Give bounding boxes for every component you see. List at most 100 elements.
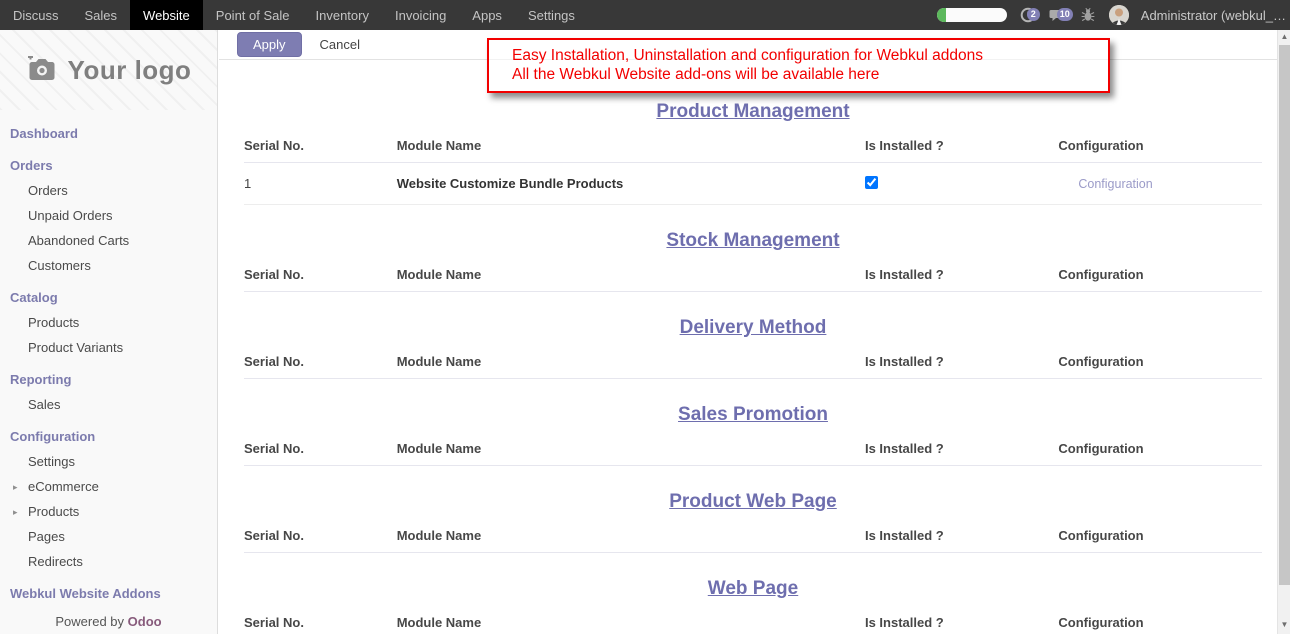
section-sales-promotion: Sales PromotionSerial No.Module NameIs I… <box>244 403 1262 466</box>
top-navbar: DiscussSalesWebsitePoint of SaleInventor… <box>0 0 1290 30</box>
annotation-line-1: Easy Installation, Uninstallation and co… <box>512 47 1108 66</box>
section-title-product-management[interactable]: Product Management <box>244 100 1262 123</box>
section-title-delivery-method[interactable]: Delivery Method <box>244 316 1262 339</box>
table-row: 1Website Customize Bundle Products Config… <box>244 163 1262 205</box>
column-header-is-installed: Is Installed ? <box>865 616 1058 629</box>
sidebar-header-webkul-website-addons[interactable]: Webkul Website Addons <box>0 581 217 606</box>
sidebar-item-unpaid-orders[interactable]: Unpaid Orders <box>0 203 217 228</box>
annotation-box: Easy Installation, Uninstallation and co… <box>487 38 1110 93</box>
vertical-scrollbar[interactable]: ▲ ▼ <box>1277 30 1290 634</box>
user-avatar[interactable] <box>1109 5 1129 25</box>
column-header-module-name: Module Name <box>397 355 865 368</box>
sidebar-item-products[interactable]: ▸Products <box>0 499 217 524</box>
sidebar-item-redirects[interactable]: Redirects <box>0 549 217 574</box>
section-product-web-page: Product Web PageSerial No.Module NameIs … <box>244 490 1262 553</box>
nav-item-website[interactable]: Website <box>130 0 203 30</box>
main-menu: DiscussSalesWebsitePoint of SaleInventor… <box>0 0 588 30</box>
bug-icon <box>1080 7 1096 23</box>
sidebar-header-catalog[interactable]: Catalog <box>0 285 217 310</box>
sidebar-item-ecommerce[interactable]: ▸eCommerce <box>0 474 217 499</box>
cell-is-installed <box>865 176 1058 192</box>
column-header-module-name: Module Name <box>397 268 865 281</box>
messages-badge: 10 <box>1057 8 1073 21</box>
section-stock-management: Stock ManagementSerial No.Module NameIs … <box>244 229 1262 292</box>
column-header-serial-no: Serial No. <box>244 616 397 629</box>
activities-badge: 2 <box>1027 8 1040 21</box>
sidebar-item-orders[interactable]: Orders <box>0 178 217 203</box>
column-header-is-installed: Is Installed ? <box>865 268 1058 281</box>
sidebar-menu: DashboardOrdersOrdersUnpaid OrdersAbando… <box>0 110 217 606</box>
column-header-configuration: Configuration <box>1058 616 1262 629</box>
section-title-product-web-page[interactable]: Product Web Page <box>244 490 1262 513</box>
chevron-right-icon: ▸ <box>13 480 18 495</box>
column-header-is-installed: Is Installed ? <box>865 355 1058 368</box>
powered-by: Powered by Odoo <box>0 614 217 629</box>
user-menu[interactable]: Administrator (webkul_… <box>1141 8 1286 23</box>
nav-item-point-of-sale[interactable]: Point of Sale <box>203 0 303 30</box>
trial-progress-fill <box>937 8 946 22</box>
trial-progress-bar <box>937 8 1007 22</box>
sidebar-header-orders[interactable]: Orders <box>0 153 217 178</box>
section-delivery-method: Delivery MethodSerial No.Module NameIs I… <box>244 316 1262 379</box>
activities-button[interactable]: 2 <box>1019 6 1037 24</box>
chevron-right-icon: ▸ <box>13 505 18 520</box>
sidebar-item-pages[interactable]: Pages <box>0 524 217 549</box>
table-header-row: Serial No.Module NameIs Installed ?Confi… <box>244 252 1262 292</box>
scroll-up-arrow[interactable]: ▲ <box>1278 30 1290 44</box>
section-title-stock-management[interactable]: Stock Management <box>244 229 1262 252</box>
nav-item-invoicing[interactable]: Invoicing <box>382 0 459 30</box>
systray: 2 10 <box>937 0 1290 30</box>
sidebar-item-products[interactable]: Products <box>0 310 217 335</box>
cell-serial: 1 <box>244 176 397 191</box>
sidebar-item-product-variants[interactable]: Product Variants <box>0 335 217 360</box>
table-header-row: Serial No.Module NameIs Installed ?Confi… <box>244 600 1262 634</box>
nav-item-settings[interactable]: Settings <box>515 0 588 30</box>
scroll-down-arrow[interactable]: ▼ <box>1278 618 1290 632</box>
sidebar-item-sales[interactable]: Sales <box>0 392 217 417</box>
column-header-module-name: Module Name <box>397 616 865 629</box>
messages-button[interactable]: 10 <box>1049 6 1067 24</box>
table-header-row: Serial No.Module NameIs Installed ?Confi… <box>244 339 1262 379</box>
column-header-serial-no: Serial No. <box>244 268 397 281</box>
column-header-is-installed: Is Installed ? <box>865 442 1058 455</box>
column-header-configuration: Configuration <box>1058 268 1262 281</box>
column-header-configuration: Configuration <box>1058 355 1262 368</box>
column-header-module-name: Module Name <box>397 442 865 455</box>
powered-by-text: Powered by <box>55 614 124 629</box>
sidebar-item-customers[interactable]: Customers <box>0 253 217 278</box>
sidebar-header-reporting[interactable]: Reporting <box>0 367 217 392</box>
scrollbar-thumb[interactable] <box>1279 45 1290 585</box>
company-logo[interactable]: Your logo <box>0 30 217 110</box>
annotation-line-2: All the Webkul Website add-ons will be a… <box>512 66 1108 85</box>
apply-button[interactable]: Apply <box>237 32 302 57</box>
table-header-row: Serial No.Module NameIs Installed ?Confi… <box>244 123 1262 163</box>
cancel-button[interactable]: Cancel <box>320 37 360 52</box>
column-header-configuration: Configuration <box>1058 442 1262 455</box>
sidebar-item-settings[interactable]: Settings <box>0 449 217 474</box>
addon-sections: Product ManagementSerial No.Module NameI… <box>219 100 1277 634</box>
configuration-link[interactable]: Configuration <box>1058 177 1152 191</box>
nav-item-discuss[interactable]: Discuss <box>0 0 72 30</box>
column-header-serial-no: Serial No. <box>244 442 397 455</box>
is-installed-checkbox[interactable] <box>865 176 878 189</box>
section-web-page: Web PageSerial No.Module NameIs Installe… <box>244 577 1262 634</box>
nav-item-apps[interactable]: Apps <box>459 0 515 30</box>
column-header-module-name: Module Name <box>397 529 865 542</box>
column-header-configuration: Configuration <box>1058 139 1262 152</box>
table-header-row: Serial No.Module NameIs Installed ?Confi… <box>244 426 1262 466</box>
sidebar-header-configuration[interactable]: Configuration <box>0 424 217 449</box>
table-header-row: Serial No.Module NameIs Installed ?Confi… <box>244 513 1262 553</box>
odoo-brand-link[interactable]: Odoo <box>128 614 162 629</box>
debug-button[interactable] <box>1079 6 1097 24</box>
camera-plus-icon <box>26 56 58 84</box>
section-title-sales-promotion[interactable]: Sales Promotion <box>244 403 1262 426</box>
logo-text: Your logo <box>68 55 192 86</box>
nav-item-inventory[interactable]: Inventory <box>303 0 382 30</box>
sidebar-header-dashboard[interactable]: Dashboard <box>0 121 217 146</box>
main-content: Apply Cancel Easy Installation, Uninstal… <box>219 30 1277 634</box>
cell-module-name: Website Customize Bundle Products <box>397 176 865 191</box>
column-header-serial-no: Serial No. <box>244 355 397 368</box>
sidebar-item-abandoned-carts[interactable]: Abandoned Carts <box>0 228 217 253</box>
section-title-web-page[interactable]: Web Page <box>244 577 1262 600</box>
nav-item-sales[interactable]: Sales <box>72 0 131 30</box>
